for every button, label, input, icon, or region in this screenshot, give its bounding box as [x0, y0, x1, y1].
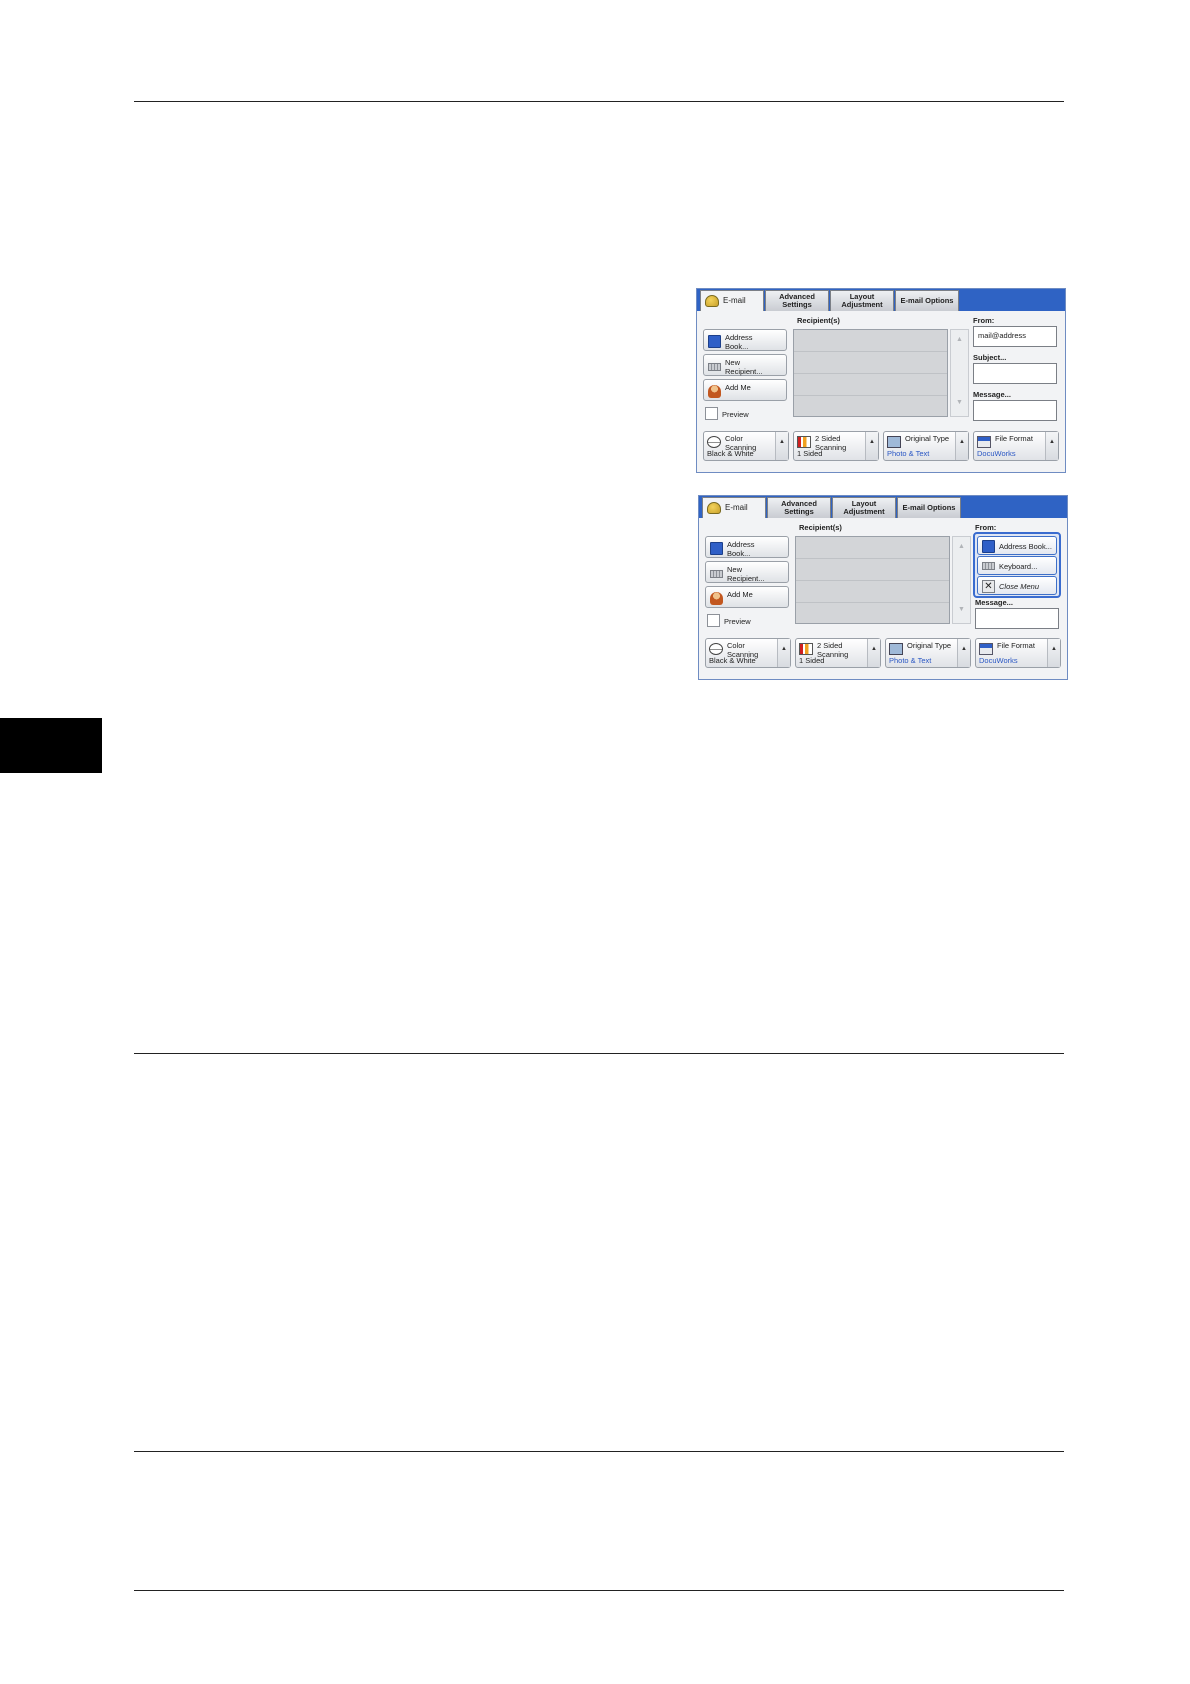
file-format-icon — [979, 643, 993, 655]
color-scanning-button[interactable]: Color Scanning Black & White ▲ — [703, 431, 789, 461]
address-book-icon — [710, 542, 723, 555]
address-book-button[interactable]: Address Book... — [705, 536, 789, 558]
recipient-scrollbar[interactable]: ▲ ▼ — [952, 536, 971, 624]
tab-email-options[interactable]: E-mail Options — [895, 290, 959, 311]
message-label[interactable]: Message... — [975, 598, 1013, 607]
tab-bar: E-mail Advanced Settings Layout Adjustme… — [697, 289, 1065, 312]
message-field[interactable] — [975, 608, 1059, 629]
keyboard-icon — [982, 562, 995, 570]
recipient-scrollbar[interactable]: ▲ ▼ — [950, 329, 969, 417]
color-scanning-icon — [707, 436, 721, 448]
file-format-icon — [977, 436, 991, 448]
file-format-button[interactable]: File Format DocuWorks ▲ — [975, 638, 1061, 668]
email-content: Recipient(s) Address Book... New Recipie… — [697, 311, 1065, 472]
header-rule — [134, 101, 1064, 102]
list-row-divider — [794, 373, 947, 374]
preview-label: Preview — [724, 617, 751, 626]
scroll-down-icon[interactable]: ▼ — [951, 399, 968, 406]
original-type-arrow-icon[interactable]: ▲ — [955, 432, 968, 460]
list-row-divider — [794, 351, 947, 352]
address-book-icon — [982, 540, 995, 553]
two-sided-arrow-icon[interactable]: ▲ — [867, 639, 880, 667]
recipients-label: Recipient(s) — [797, 316, 840, 325]
from-label: From: — [975, 523, 997, 532]
preview-label: Preview — [722, 410, 749, 419]
menu-close-button[interactable]: ✕ Close Menu — [977, 576, 1057, 595]
new-recipient-button[interactable]: New Recipient... — [703, 354, 787, 376]
chapter-side-tab — [0, 718, 102, 773]
tab-advanced-settings[interactable]: Advanced Settings — [765, 290, 829, 311]
recipient-list[interactable] — [793, 329, 948, 417]
tab-email[interactable]: E-mail — [700, 290, 764, 312]
add-me-button[interactable]: Add Me — [705, 586, 789, 608]
two-sided-icon — [799, 643, 813, 655]
scroll-down-icon[interactable]: ▼ — [953, 606, 970, 613]
original-type-icon — [887, 436, 901, 448]
address-book-icon — [708, 335, 721, 348]
list-row-divider — [796, 558, 949, 559]
original-type-icon — [889, 643, 903, 655]
new-recipient-button[interactable]: New Recipient... — [705, 561, 789, 583]
two-sided-arrow-icon[interactable]: ▲ — [865, 432, 878, 460]
preview-checkbox[interactable] — [705, 407, 718, 420]
two-sided-scanning-button[interactable]: 2 Sided Scanning 1 Sided ▲ — [793, 431, 879, 461]
tab-layout-adjustment[interactable]: Layout Adjustment — [830, 290, 894, 311]
menu-address-book-button[interactable]: Address Book... — [977, 536, 1057, 555]
message-label[interactable]: Message... — [973, 390, 1011, 399]
original-type-arrow-icon[interactable]: ▲ — [957, 639, 970, 667]
tab-layout-adjustment[interactable]: Layout Adjustment — [832, 497, 896, 518]
section-rule-1 — [134, 1053, 1064, 1054]
file-format-button[interactable]: File Format DocuWorks ▲ — [973, 431, 1059, 461]
email-content: Recipient(s) Address Book... New Recipie… — [699, 518, 1067, 679]
color-scanning-arrow-icon[interactable]: ▲ — [775, 432, 788, 460]
recipients-label: Recipient(s) — [799, 523, 842, 532]
color-scanning-button[interactable]: Color Scanning Black & White ▲ — [705, 638, 791, 668]
keyboard-icon — [708, 363, 721, 371]
address-book-button[interactable]: Address Book... — [703, 329, 787, 351]
from-field[interactable]: mail@address — [973, 326, 1057, 347]
person-icon — [708, 385, 721, 398]
scroll-up-icon[interactable]: ▲ — [951, 336, 968, 343]
person-icon — [710, 592, 723, 605]
email-screen-screenshot-1: E-mail Advanced Settings Layout Adjustme… — [696, 288, 1066, 473]
two-sided-scanning-button[interactable]: 2 Sided Scanning 1 Sided ▲ — [795, 638, 881, 668]
scroll-up-icon[interactable]: ▲ — [953, 543, 970, 550]
color-scanning-arrow-icon[interactable]: ▲ — [777, 639, 790, 667]
original-type-button[interactable]: Original Type Photo & Text ▲ — [885, 638, 971, 668]
menu-keyboard-button[interactable]: Keyboard... — [977, 556, 1057, 575]
message-field[interactable] — [973, 400, 1057, 421]
file-format-arrow-icon[interactable]: ▲ — [1045, 432, 1058, 460]
footer-rule — [134, 1590, 1064, 1591]
list-row-divider — [794, 395, 947, 396]
list-row-divider — [796, 602, 949, 603]
tab-email-options[interactable]: E-mail Options — [897, 497, 961, 518]
list-row-divider — [796, 580, 949, 581]
add-me-button[interactable]: Add Me — [703, 379, 787, 401]
file-format-arrow-icon[interactable]: ▲ — [1047, 639, 1060, 667]
from-label: From: — [973, 316, 995, 325]
color-scanning-icon — [709, 643, 723, 655]
original-type-button[interactable]: Original Type Photo & Text ▲ — [883, 431, 969, 461]
tab-email[interactable]: E-mail — [702, 497, 766, 519]
two-sided-icon — [797, 436, 811, 448]
from-popup-menu: Address Book... Keyboard... ✕ Close Menu — [973, 532, 1061, 598]
subject-label[interactable]: Subject... — [973, 353, 1006, 362]
close-icon: ✕ — [982, 580, 995, 593]
subject-field[interactable] — [973, 363, 1057, 384]
email-icon — [707, 502, 721, 514]
keyboard-icon — [710, 570, 723, 578]
preview-checkbox[interactable] — [707, 614, 720, 627]
recipient-list[interactable] — [795, 536, 950, 624]
section-rule-2 — [134, 1451, 1064, 1452]
tab-bar: E-mail Advanced Settings Layout Adjustme… — [699, 496, 1067, 519]
email-screen-screenshot-2: E-mail Advanced Settings Layout Adjustme… — [698, 495, 1068, 680]
email-icon — [705, 295, 719, 307]
tab-advanced-settings[interactable]: Advanced Settings — [767, 497, 831, 518]
